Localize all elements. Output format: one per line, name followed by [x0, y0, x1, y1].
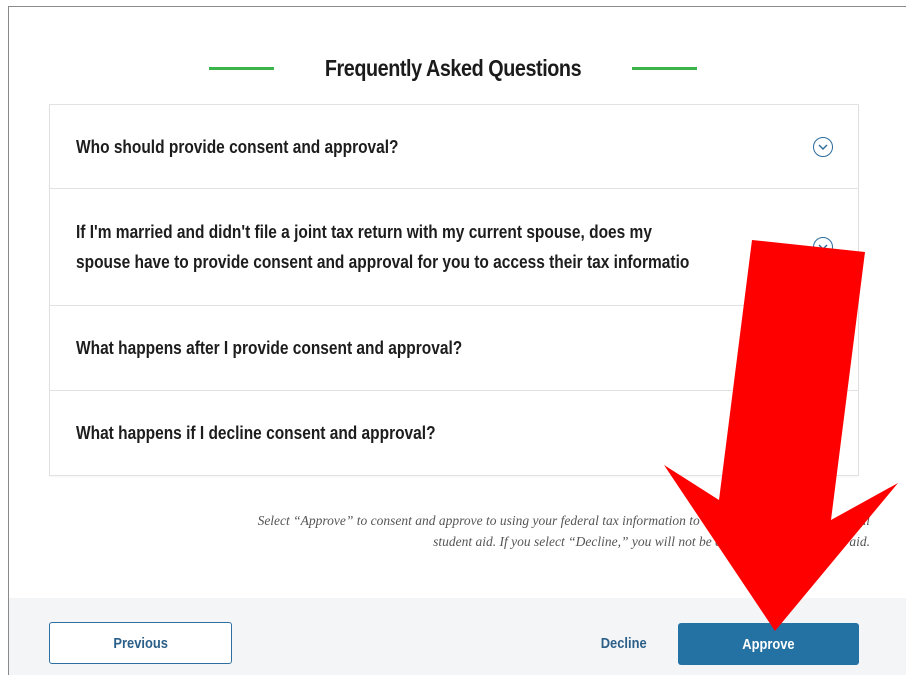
chevron-down-circle-icon[interactable]	[813, 237, 833, 257]
disclaimer-line-1: Select “Approve” to consent and approve …	[257, 513, 870, 528]
action-footer: Previous Decline Approve	[9, 598, 906, 675]
faq-header: Frequently Asked Questions	[0, 50, 906, 86]
faq-question: Who should provide consent and approval?	[76, 136, 399, 157]
faq-item-married-spouse[interactable]: If I'm married and didn't file a joint t…	[50, 189, 858, 306]
faq-question: If I'm married and didn't file a joint t…	[76, 222, 690, 272]
consent-disclaimer: Select “Approve” to consent and approve …	[40, 510, 870, 552]
faq-question: What happens after I provide consent and…	[76, 338, 463, 358]
faq-title: Frequently Asked Questions	[324, 54, 582, 81]
faq-question: What happens if I decline consent and ap…	[76, 423, 436, 443]
faq-item-who-should-provide[interactable]: Who should provide consent and approval?	[50, 105, 858, 189]
approve-button[interactable]: Approve	[678, 623, 859, 665]
faq-item-after-approval[interactable]: What happens after I provide consent and…	[50, 306, 858, 391]
chevron-down-circle-icon[interactable]	[813, 423, 833, 443]
header-accent-line-left	[209, 66, 274, 70]
disclaimer-line-2: student aid. If you select “Decline,” yo…	[433, 534, 870, 549]
header-accent-line-right	[632, 66, 697, 70]
faq-item-decline-consent[interactable]: What happens if I decline consent and ap…	[50, 391, 858, 476]
chevron-down-circle-icon[interactable]	[813, 338, 833, 358]
chevron-down-circle-icon[interactable]	[813, 136, 833, 157]
faq-accordion: Who should provide consent and approval?…	[49, 104, 859, 476]
decline-button[interactable]: Decline	[579, 622, 669, 664]
previous-button[interactable]: Previous	[49, 622, 232, 664]
